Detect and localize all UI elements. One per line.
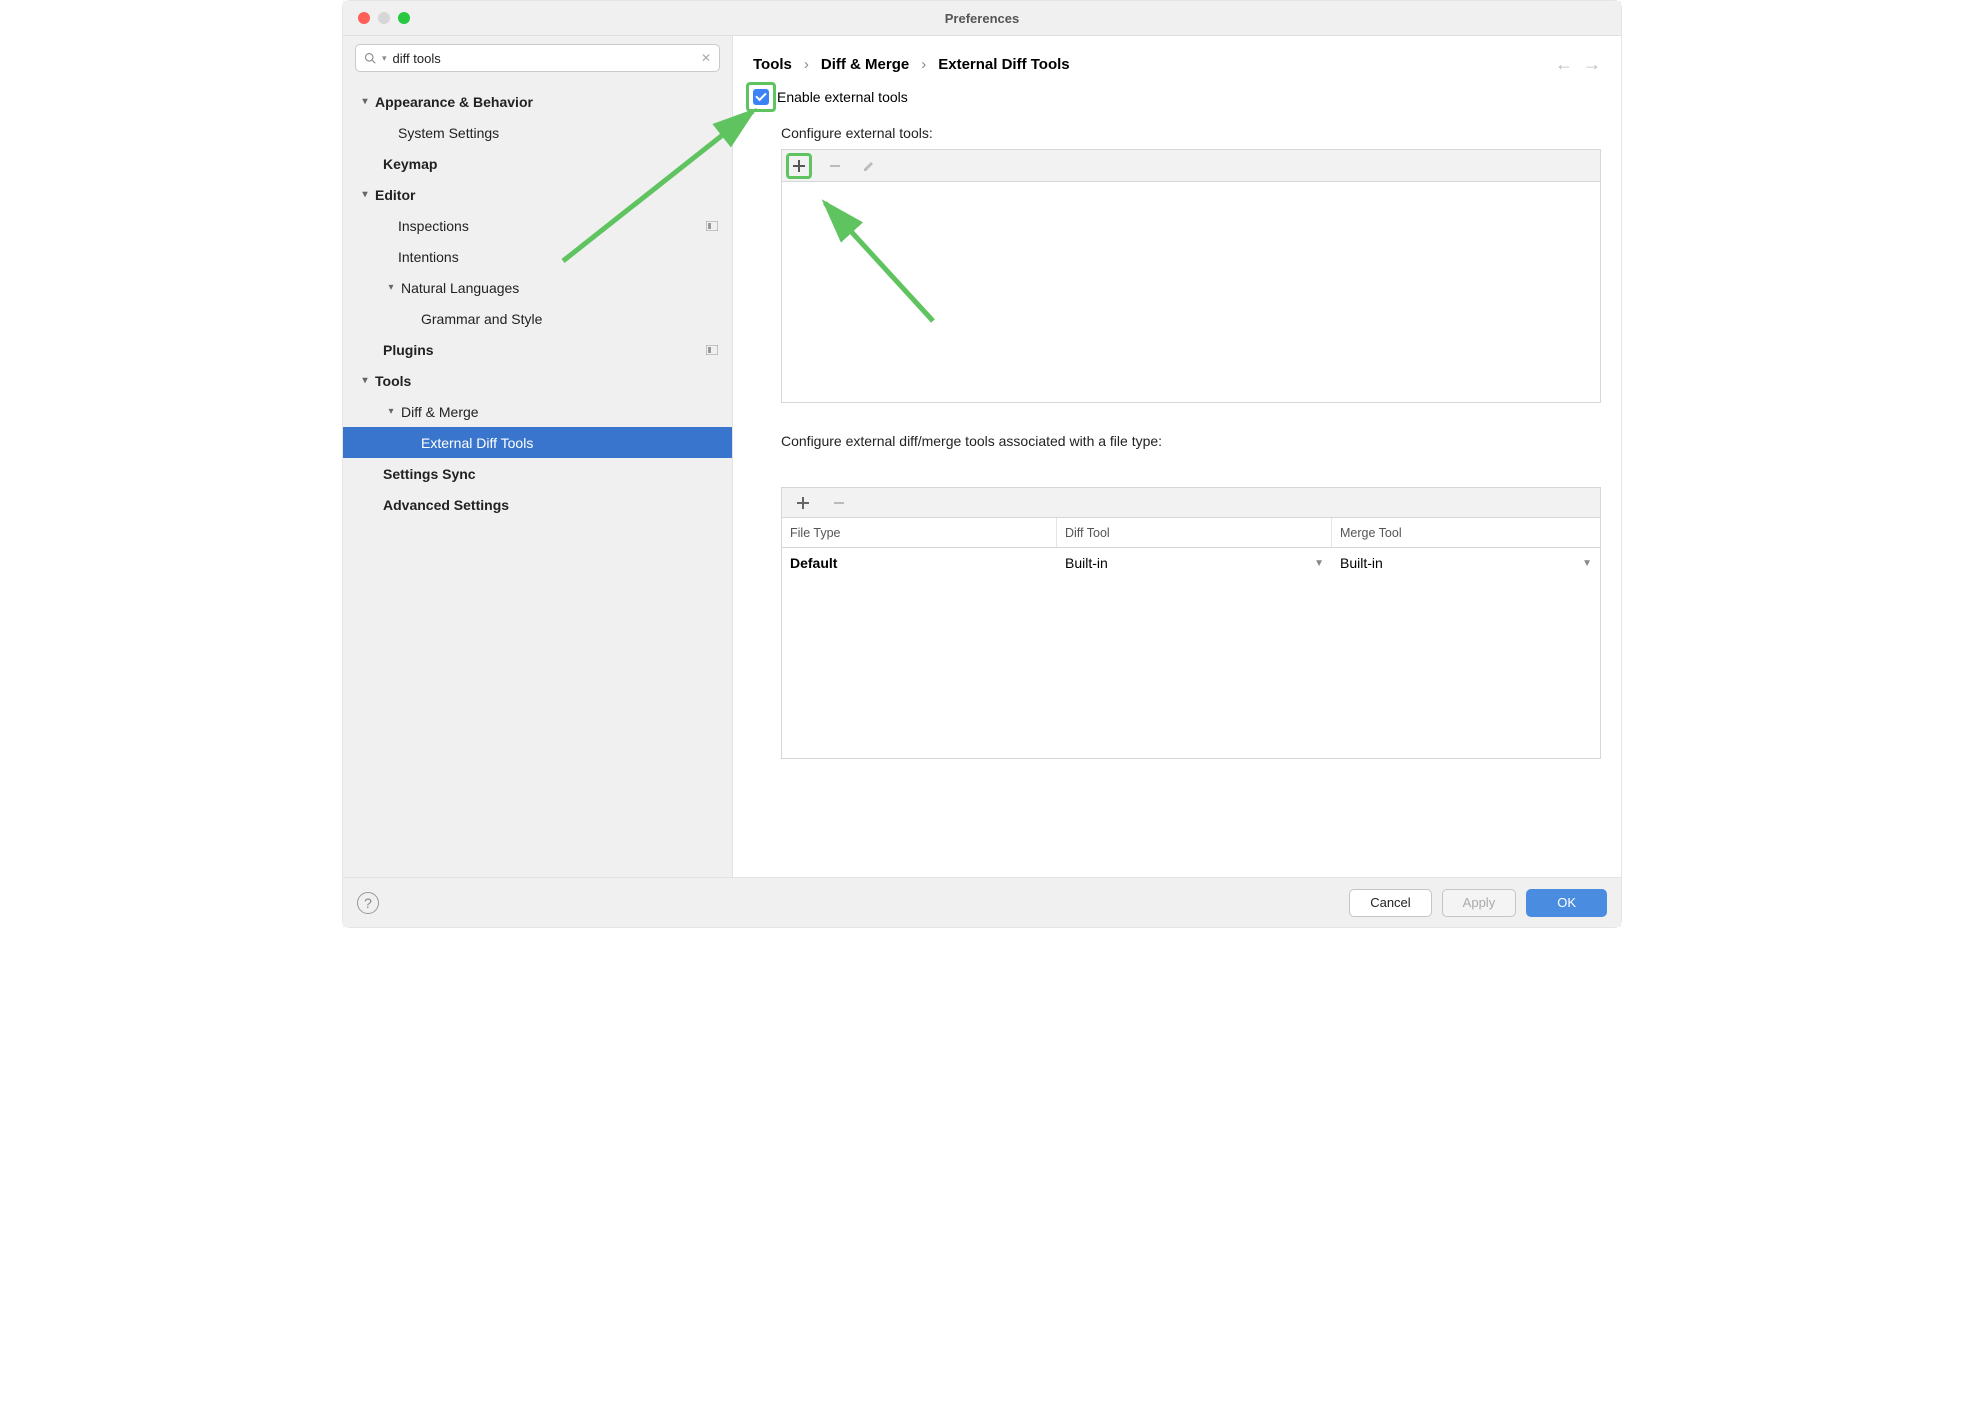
sidebar-item-label: External Diff Tools (421, 435, 718, 451)
filetype-toolbar (782, 488, 1600, 518)
col-header-diff: Diff Tool (1057, 518, 1332, 547)
sidebar-item[interactable]: Advanced Settings (343, 489, 732, 520)
filetype-table-panel: File Type Diff Tool Merge Tool Default B… (781, 487, 1601, 759)
search-input[interactable] (393, 51, 701, 66)
sidebar-item[interactable]: Settings Sync (343, 458, 732, 489)
remove-filetype-button (828, 492, 850, 514)
cell-file-type: Default (782, 548, 1057, 578)
cancel-button[interactable]: Cancel (1349, 889, 1431, 917)
sidebar-item-label: Keymap (383, 156, 718, 172)
sidebar-item[interactable]: ▾Diff & Merge (343, 396, 732, 427)
sidebar-item[interactable]: Plugins (343, 334, 732, 365)
search-dropdown-icon[interactable]: ▾ (382, 53, 387, 64)
chevron-down-icon: ▼ (1314, 558, 1324, 569)
configure-filetype-label: Configure external diff/merge tools asso… (781, 433, 1601, 449)
external-tools-toolbar (782, 150, 1600, 182)
add-filetype-button[interactable] (792, 492, 814, 514)
cell-merge-tool[interactable]: Built-in ▼ (1332, 548, 1600, 578)
help-button[interactable]: ? (357, 892, 379, 914)
sidebar-item[interactable]: ▾Tools (343, 365, 732, 396)
chevron-down-icon: ▼ (1582, 558, 1592, 569)
breadcrumb: Tools › Diff & Merge › External Diff Too… (753, 56, 1555, 73)
sidebar-item-label: Inspections (398, 218, 706, 234)
settings-scope-icon (706, 342, 718, 358)
edit-tool-button (858, 155, 880, 177)
enable-external-tools-label: Enable external tools (777, 89, 908, 105)
table-body (782, 578, 1600, 758)
apply-button: Apply (1442, 889, 1517, 917)
sidebar: ▾ ✕ ▾Appearance & BehaviorSystem Setting… (343, 36, 733, 877)
sidebar-item-label: Settings Sync (383, 466, 718, 482)
sidebar-item[interactable]: Inspections (343, 210, 732, 241)
col-header-merge: Merge Tool (1332, 518, 1600, 547)
sidebar-item[interactable]: ▾Appearance & Behavior (343, 86, 732, 117)
sidebar-item-label: Natural Languages (401, 280, 718, 296)
ok-button[interactable]: OK (1526, 889, 1607, 917)
chevron-down-icon: ▾ (383, 282, 399, 293)
sidebar-item[interactable]: Keymap (343, 148, 732, 179)
sidebar-item-label: System Settings (398, 125, 718, 141)
chevron-down-icon: ▾ (357, 189, 373, 200)
sidebar-item-label: Editor (375, 187, 718, 203)
add-tool-button[interactable] (786, 153, 812, 179)
sidebar-item[interactable]: ▾Natural Languages (343, 272, 732, 303)
sidebar-item-label: Tools (375, 373, 718, 389)
settings-scope-icon (706, 218, 718, 234)
cell-diff-tool[interactable]: Built-in ▼ (1057, 548, 1332, 578)
sidebar-item[interactable]: Grammar and Style (343, 303, 732, 334)
forward-arrow-icon[interactable]: → (1583, 54, 1601, 75)
remove-tool-button (824, 155, 846, 177)
window-title: Preferences (343, 11, 1621, 26)
settings-tree: ▾Appearance & BehaviorSystem SettingsKey… (343, 80, 732, 526)
breadcrumb-item[interactable]: Tools (753, 56, 792, 73)
titlebar: Preferences (343, 1, 1621, 36)
col-header-file: File Type (782, 518, 1057, 547)
search-icon (364, 52, 376, 64)
sidebar-item-label: Advanced Settings (383, 497, 718, 513)
back-arrow-icon[interactable]: ← (1555, 54, 1573, 75)
configure-tools-label: Configure external tools: (781, 125, 1601, 141)
maximize-window-icon[interactable] (398, 12, 410, 24)
clear-search-icon[interactable]: ✕ (701, 51, 711, 65)
window-controls (343, 12, 410, 24)
close-window-icon[interactable] (358, 12, 370, 24)
cell-diff-tool-label: Built-in (1065, 555, 1108, 571)
breadcrumb-item: External Diff Tools (938, 56, 1069, 73)
sidebar-item[interactable]: ▾Editor (343, 179, 732, 210)
breadcrumb-item[interactable]: Diff & Merge (821, 56, 909, 73)
chevron-down-icon: ▾ (357, 96, 373, 107)
page-nav: ← → (1555, 54, 1601, 75)
cell-merge-tool-label: Built-in (1340, 555, 1383, 571)
sidebar-item-label: Plugins (383, 342, 706, 358)
sidebar-item-label: Appearance & Behavior (375, 94, 718, 110)
sidebar-item-label: Intentions (398, 249, 718, 265)
sidebar-item[interactable]: External Diff Tools (343, 427, 732, 458)
external-tools-list[interactable] (782, 182, 1600, 402)
sidebar-item-label: Grammar and Style (421, 311, 718, 327)
chevron-down-icon: ▾ (357, 375, 373, 386)
chevron-down-icon: ▾ (383, 406, 399, 417)
search-box[interactable]: ▾ ✕ (355, 44, 720, 72)
sidebar-item[interactable]: System Settings (343, 117, 732, 148)
footer: ? Cancel Apply OK (343, 877, 1621, 927)
minimize-window-icon (378, 12, 390, 24)
sidebar-item[interactable]: Intentions (343, 241, 732, 272)
table-header: File Type Diff Tool Merge Tool (782, 518, 1600, 548)
enable-external-tools-checkbox[interactable] (753, 89, 769, 105)
main-panel: Tools › Diff & Merge › External Diff Too… (733, 36, 1621, 877)
external-tools-panel (781, 149, 1601, 403)
breadcrumb-sep: › (921, 56, 926, 73)
sidebar-item-label: Diff & Merge (401, 404, 718, 420)
table-row: Default Built-in ▼ Built-in ▼ (782, 548, 1600, 578)
breadcrumb-sep: › (804, 56, 809, 73)
